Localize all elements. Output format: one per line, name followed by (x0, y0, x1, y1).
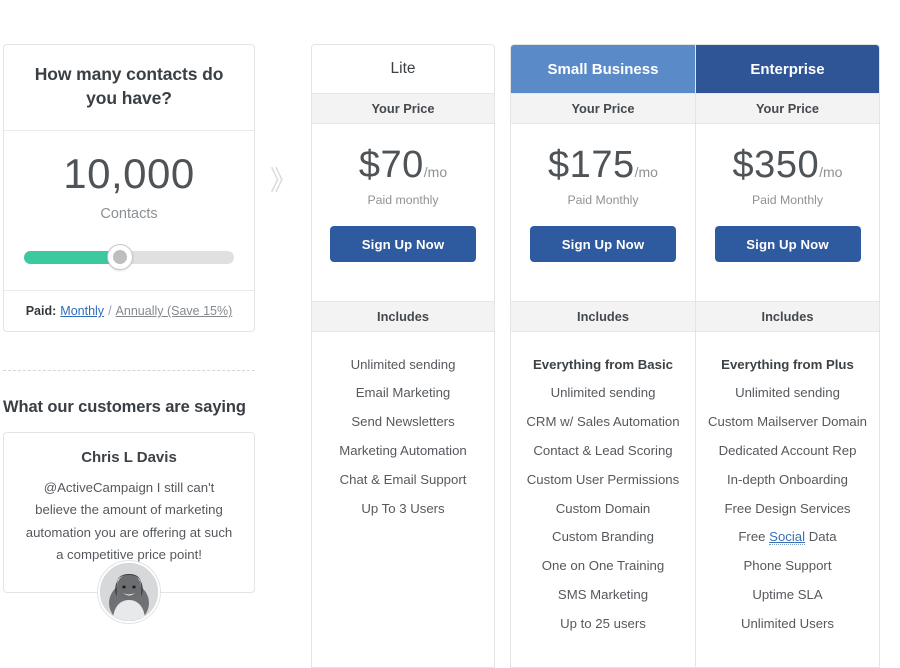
feature-item: Custom User Permissions (526, 471, 680, 487)
feature-item: Email Marketing (355, 385, 451, 401)
calculator-question: How many contacts do you have? (34, 64, 224, 108)
feature-item: Contact & Lead Scoring (533, 442, 673, 458)
feature-item: Custom Mailserver Domain (707, 414, 868, 430)
testimonials-heading: What our customers are saying (3, 398, 246, 417)
feature-item: Everything from Plus (721, 356, 854, 372)
section-divider (3, 370, 255, 372)
testimonial-card: Chris L Davis @ActiveCampaign I still ca… (3, 432, 255, 623)
spacer-small-business (511, 280, 695, 301)
includes-band-lite: Includes (312, 301, 494, 332)
chevron-double-right-icon: 》 (270, 166, 297, 197)
spacer-enterprise (696, 280, 879, 301)
feature-item: Marketing Automation (339, 442, 467, 458)
feature-item: Unlimited sending (350, 356, 456, 372)
avatar (98, 560, 160, 623)
plan-name-enterprise: Enterprise (696, 45, 879, 93)
feature-item: In-depth Onboarding (727, 471, 848, 487)
price-value-small-business: $175 (548, 144, 635, 186)
testimonial-quote: @ActiveCampaign I still can't believe th… (25, 480, 233, 562)
plan-card-enterprise: Enterprise Your Price $350/mo Paid Month… (695, 44, 880, 668)
price-band-small-business: Your Price (511, 93, 695, 124)
feature-item: Up to 25 users (560, 615, 646, 631)
feature-link-social[interactable]: Social (769, 529, 806, 546)
price-area-lite: $70/mo Paid monthly Sign Up Now (312, 124, 494, 280)
billing-period-row: Paid: Monthly / Annually (Save 15%) (4, 290, 254, 331)
feature-list-small-business: Everything from Basic Unlimited sending CR… (511, 332, 695, 650)
feature-item: Unlimited sending (550, 385, 656, 401)
price-area-enterprise: $350/mo Paid Monthly Sign Up Now (696, 124, 879, 280)
price-suffix-small-business: /mo (634, 164, 658, 180)
feature-item: Free Design Services (724, 500, 851, 516)
feature-item: Custom Branding (552, 529, 654, 545)
feature-item: Uptime SLA (752, 587, 823, 602)
price-note-lite: Paid monthly (367, 193, 439, 207)
price-value-lite: $70 (358, 144, 424, 186)
feature-item: Everything from Basic (533, 356, 673, 372)
contacts-slider[interactable] (24, 244, 234, 271)
feature-item: Free Social Data (738, 529, 837, 546)
slider-handle[interactable] (107, 244, 134, 271)
feature-item: Phone Support (743, 558, 832, 574)
feature-item: Chat & Email Support (339, 471, 467, 487)
feature-item: SMS Marketing (557, 587, 649, 602)
plan-name-lite: Lite (312, 45, 494, 93)
sign-up-button-lite[interactable]: Sign Up Now (330, 226, 476, 262)
price-row-small-business: $175/mo (521, 146, 685, 184)
feature-item: Up To 3 Users (361, 500, 445, 516)
price-suffix-lite: /mo (423, 164, 448, 180)
price-note-small-business: Paid Monthly (567, 193, 639, 207)
feature-item: Unlimited sending (735, 385, 840, 401)
includes-band-enterprise: Includes (696, 301, 879, 332)
plan-card-lite: Lite Your Price $70/mo Paid monthly Sign… (311, 44, 495, 668)
contacts-calculator-card: How many contacts do you have? 10,000 Co… (3, 44, 255, 333)
price-suffix-enterprise: /mo (819, 164, 843, 180)
feature-item: Unlimited Users (740, 615, 835, 631)
plan-card-small-business: Small Business Your Price $175/mo Paid M… (510, 44, 695, 668)
feature-item: CRM w/ Sales Automation (526, 414, 680, 430)
feature-item: Custom Domain (555, 500, 651, 516)
price-row-lite: $70/mo (322, 146, 484, 184)
feature-item: One on One Training (541, 558, 665, 574)
feature-item: Send Newsletters (351, 414, 455, 430)
sign-up-button-small-business[interactable]: Sign Up Now (530, 226, 676, 262)
calculator-body: 10,000 Contacts (4, 131, 254, 290)
price-note-enterprise: Paid Monthly (751, 193, 824, 207)
billing-monthly-option[interactable]: Monthly (60, 304, 104, 318)
sign-up-button-enterprise[interactable]: Sign Up Now (714, 226, 861, 262)
spacer-lite (312, 280, 494, 301)
price-band-lite: Your Price (312, 93, 494, 124)
includes-band-small-business: Includes (511, 301, 695, 332)
testimonial-author: Chris L Davis (81, 449, 177, 467)
feature-list-lite: Unlimited sending Email Marketing Send New… (312, 332, 494, 535)
plan-name-small-business: Small Business (511, 45, 695, 93)
contacts-count-value: 10,000 (63, 150, 195, 198)
calculator-header: How many contacts do you have? (4, 45, 254, 132)
calculator-column: How many contacts do you have? 10,000 Co… (3, 44, 255, 623)
price-band-enterprise: Your Price (696, 93, 879, 124)
feature-list-enterprise: Everything from Plus Unlimited sending Cus… (696, 332, 879, 650)
paid-label: Paid: (25, 304, 57, 319)
billing-separator: / (108, 304, 112, 319)
price-value-enterprise: $350 (732, 144, 820, 186)
contacts-count-label: Contacts (100, 206, 158, 223)
slider-fill (24, 251, 121, 265)
price-area-small-business: $175/mo Paid Monthly Sign Up Now (511, 124, 695, 280)
price-row-enterprise: $350/mo (706, 146, 869, 184)
billing-annually-option[interactable]: Annually (Save 15%) (116, 304, 233, 318)
feature-item: Dedicated Account Rep (718, 442, 857, 458)
pricing-page: How many contacts do you have? 10,000 Co… (0, 0, 900, 668)
avatar-photo (100, 562, 158, 621)
